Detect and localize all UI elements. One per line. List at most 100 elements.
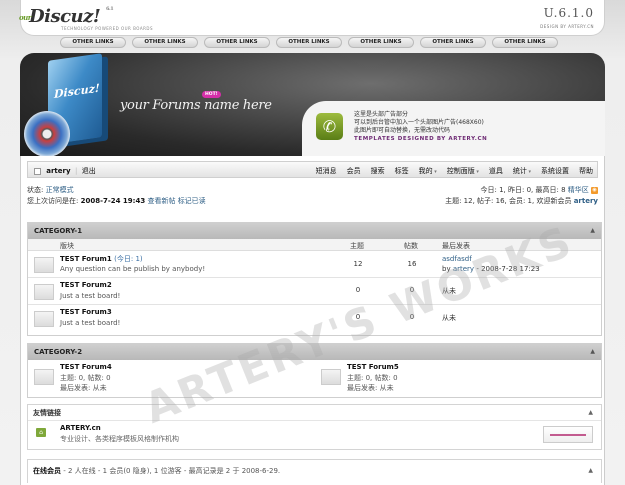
collapse-icon[interactable]: ▲ [590, 223, 595, 239]
menu-settings[interactable]: 系统设置 [541, 166, 569, 176]
version-mark: U.6.1.0 [543, 6, 594, 20]
friend-site-name[interactable]: ARTERY.cn [60, 424, 101, 432]
ad-template-credit: TEMPLATES DESIGNED BY ARTERY.CN [354, 136, 488, 142]
post-count: 0 [409, 286, 415, 294]
forum-desc: Just a test board! [60, 292, 121, 300]
site-logo[interactable]: our Discuz! 6.1 [19, 6, 114, 27]
main-content: artery | 退出 短消息 会员 搜索 标签 我的 控制面版 道具 统计 系… [20, 156, 605, 485]
topic-count: 0 [355, 313, 361, 321]
friend-site-logo[interactable] [543, 426, 593, 443]
design-credit: DESIGN BY ARTERY.CN [540, 24, 594, 29]
last-post: 从未 [442, 314, 456, 322]
forum-icon [34, 311, 54, 327]
status-row: 状态: 正常模式 您上次访问是在: 2008-7-24 19:43 查看新帖 标… [27, 185, 598, 207]
last-post: asdfasdf by artery - 2008-7-28 17:23 [442, 254, 540, 274]
site-header: our Discuz! 6.1 TECHNOLOGY POWERED OUR B… [19, 0, 605, 36]
today-stats: 今日: 1, 昨日: 0, 最高日: 8 [480, 186, 566, 194]
user-icon [34, 167, 41, 175]
forum-name[interactable]: TEST Forum1 [60, 255, 112, 263]
menu-my[interactable]: 我的 [419, 166, 437, 176]
board-stats: 主题: 12, 帖子: 16, 会员: 1, 欢迎新会员 [445, 197, 572, 205]
user-navbar: artery | 退出 短消息 会员 搜索 标签 我的 控制面版 道具 统计 系… [27, 161, 598, 178]
forum-row: TEST Forum3 Just a test board! 0 0 从未 [28, 305, 601, 332]
last-visit-value: 2008-7-24 19:43 [80, 197, 146, 205]
ad-line-1: 这里是头部广告部分 [354, 111, 409, 118]
forum-meta: 主题: 0, 帖数: 0 最后发表: 从未 [60, 373, 111, 393]
username-link[interactable]: artery [46, 167, 70, 175]
forum-name[interactable]: TEST Forum4 [60, 363, 112, 371]
nav-menu: 短消息 会员 搜索 标签 我的 控制面版 道具 统计 系统设置 帮助 [316, 166, 593, 176]
last-post-by: by [442, 265, 451, 273]
logo-text: Discuz! [29, 6, 101, 27]
digest-link[interactable]: 精华区 [568, 186, 589, 194]
menu-members[interactable]: 会员 [347, 166, 361, 176]
category-2-body: TEST Forum4 主题: 0, 帖数: 0 最后发表: 从未 TEST F… [28, 360, 601, 398]
collapse-icon[interactable]: ▲ [588, 460, 593, 482]
menu-help[interactable]: 帮助 [579, 166, 593, 176]
forum-last-post: 最后发表: 从未 [60, 384, 107, 392]
menu-stats[interactable]: 统计 [513, 166, 531, 176]
topic-count: 12 [353, 260, 363, 268]
last-post-title[interactable]: asdfasdf [442, 254, 540, 264]
view-new-link[interactable]: 查看新帖 [147, 197, 175, 205]
menu-items[interactable]: 道具 [489, 166, 503, 176]
forum-name[interactable]: TEST Forum5 [347, 363, 399, 371]
header-ad-panel[interactable]: ✆ 这里是头部广告部分 可以到后台管中加入一个头部图片广告(468X60) 此图… [302, 101, 605, 156]
menu-search[interactable]: 搜索 [371, 166, 385, 176]
last-visit-label: 您上次访问是在: [27, 197, 79, 205]
logout-link[interactable]: 退出 [82, 167, 96, 175]
friend-links: 友情链接 ▲ ⌂ ARTERY.cn 专业设计、各类程序模板风格制作机构 [27, 404, 602, 450]
state-value[interactable]: 正常模式 [46, 186, 74, 194]
other-link-7[interactable]: OTHER LINKS [492, 37, 558, 48]
forum-desc: Just a test board! [60, 319, 121, 327]
tagline: TECHNOLOGY POWERED OUR BOARDS [61, 26, 153, 31]
col-forum: 版块 [60, 242, 74, 250]
forum-name[interactable]: TEST Forum3 [60, 308, 112, 316]
friend-site-desc: 专业设计、各类程序模板风格制作机构 [60, 435, 179, 443]
online-text: - 2 人在线 - 1 会员(0 隐身), 1 位游客 - 最高记录是 2 于 … [63, 467, 281, 475]
forum-name[interactable]: TEST Forum2 [60, 281, 112, 289]
category-title: CATEGORY-2 [34, 348, 83, 356]
category-2: CATEGORY-2 ▲ TEST Forum4 主题: 0, 帖数: 0 最后… [27, 343, 602, 398]
last-post-user[interactable]: artery [453, 265, 474, 273]
topic-count: 0 [355, 286, 361, 294]
forum-stats: 主题: 0, 帖数: 0 [347, 374, 398, 382]
friend-links-header: 友情链接 ▲ [28, 405, 601, 421]
forum-name-wrap: TEST Forum1 (今日: 1) [60, 254, 143, 264]
online-title[interactable]: 在线会员 [33, 467, 61, 475]
forum-cell: TEST Forum5 主题: 0, 帖数: 0 最后发表: 从未 [315, 360, 595, 398]
online-members: 在线会员 - 2 人在线 - 1 会员(0 隐身), 1 位游客 - 最高记录是… [27, 459, 602, 483]
forum-stats: 主题: 0, 帖数: 0 [60, 374, 111, 382]
other-link-3[interactable]: OTHER LINKS [204, 37, 270, 48]
category-2-header[interactable]: CATEGORY-2 ▲ [28, 344, 601, 360]
ad-line-3: 此图片即可自动替换，无需改动代码 [354, 127, 451, 134]
forum-meta: 主题: 0, 帖数: 0 最后发表: 从未 [347, 373, 398, 393]
mark-read-link[interactable]: 标记已读 [178, 197, 206, 205]
other-link-4[interactable]: OTHER LINKS [276, 37, 342, 48]
today-count: (今日: 1) [114, 255, 143, 263]
menu-control-panel[interactable]: 控制面版 [447, 166, 479, 176]
stats-summary: 今日: 1, 昨日: 0, 最高日: 8 精华区 ◉ 主题: 12, 帖子: 1… [445, 185, 598, 207]
forum-name-title: your Forums name here [120, 98, 272, 113]
other-link-1[interactable]: OTHER LINKS [60, 37, 126, 48]
new-member-link[interactable]: artery [574, 197, 598, 205]
forum-icon [321, 369, 341, 385]
ad-text: 这里是头部广告部分 可以到后台管中加入一个头部图片广告(468X60) 此图片即… [354, 111, 487, 143]
other-link-6[interactable]: OTHER LINKS [420, 37, 486, 48]
post-count: 0 [409, 313, 415, 321]
category-1-header[interactable]: CATEGORY-1 ▲ [28, 223, 601, 239]
rss-icon[interactable]: ◉ [591, 186, 598, 194]
other-links-bar: OTHER LINKS OTHER LINKS OTHER LINKS OTHE… [60, 37, 558, 49]
forum-last-post: 最后发表: 从未 [347, 384, 394, 392]
state-label: 状态: [27, 186, 44, 194]
collapse-icon[interactable]: ▲ [590, 344, 595, 360]
other-link-2[interactable]: OTHER LINKS [132, 37, 198, 48]
collapse-icon[interactable]: ▲ [588, 405, 593, 421]
other-link-5[interactable]: OTHER LINKS [348, 37, 414, 48]
category-1: CATEGORY-1 ▲ 版块 主题 帖数 最后发表 TEST Forum1 (… [27, 222, 602, 336]
col-posts: 帖数 [404, 242, 418, 250]
menu-messages[interactable]: 短消息 [316, 166, 337, 176]
menu-tags[interactable]: 标签 [395, 166, 409, 176]
forum-row: TEST Forum2 Just a test board! 0 0 从未 [28, 278, 601, 305]
cd-disc-image [24, 111, 70, 156]
